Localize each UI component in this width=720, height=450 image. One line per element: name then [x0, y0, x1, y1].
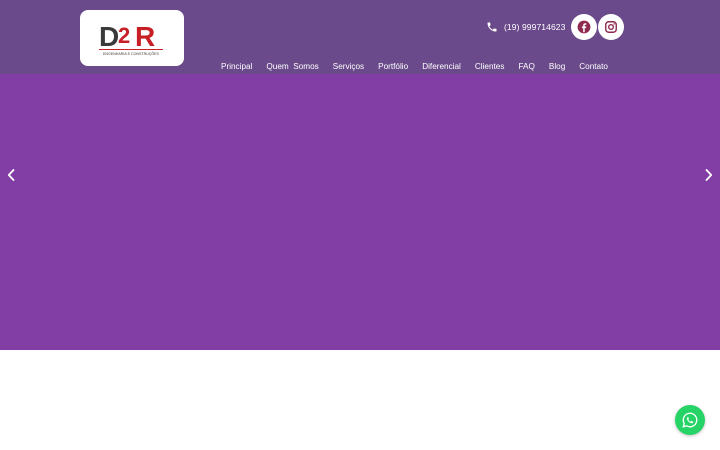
nav-item-faq[interactable]: FAQ [511, 62, 541, 71]
nav-item-servicos[interactable]: Serviços [326, 62, 371, 71]
logo-underline [99, 49, 163, 50]
nav-item-portfolio[interactable]: Portfólio [371, 62, 415, 71]
logo-number-2: 2 [118, 23, 130, 48]
site-header: D 2 R ENGENHARIA E CONSTRUÇÕES (19) 9997… [0, 0, 720, 74]
hero-slider [0, 74, 720, 350]
logo-letter-r: R [135, 21, 155, 52]
logo-link[interactable]: D 2 R ENGENHARIA E CONSTRUÇÕES [80, 10, 184, 66]
nav-item-blog[interactable]: Blog [542, 62, 572, 71]
nav-item-clientes[interactable]: Clientes [468, 62, 512, 71]
d2r-logo: D 2 R ENGENHARIA E CONSTRUÇÕES [99, 21, 163, 56]
instagram-icon [605, 21, 617, 33]
facebook-icon [577, 20, 591, 34]
slider-next-button[interactable] [704, 168, 714, 182]
facebook-link[interactable] [571, 14, 597, 40]
phone-icon [487, 22, 497, 32]
chevron-left-icon [7, 169, 15, 181]
phone-link[interactable]: (19) 999714623 [486, 18, 565, 36]
main-nav: Principal Quem Somos Serviços Portfólio … [214, 60, 615, 72]
phone-number: (19) 999714623 [504, 22, 566, 32]
logo-tagline: ENGENHARIA E CONSTRUÇÕES [103, 51, 160, 56]
nav-item-principal[interactable]: Principal [214, 62, 259, 71]
instagram-link[interactable] [598, 14, 624, 40]
whatsapp-icon [682, 412, 698, 428]
nav-item-diferencial[interactable]: Diferencial [415, 62, 468, 71]
slider-prev-button[interactable] [6, 168, 16, 182]
nav-item-quem-somos[interactable]: Quem Somos [259, 62, 325, 71]
chevron-right-icon [705, 169, 713, 181]
page: D 2 R ENGENHARIA E CONSTRUÇÕES (19) 9997… [0, 0, 720, 450]
nav-item-contato[interactable]: Contato [572, 62, 615, 71]
whatsapp-button[interactable] [675, 405, 705, 435]
logo-letter-d: D [99, 21, 119, 52]
